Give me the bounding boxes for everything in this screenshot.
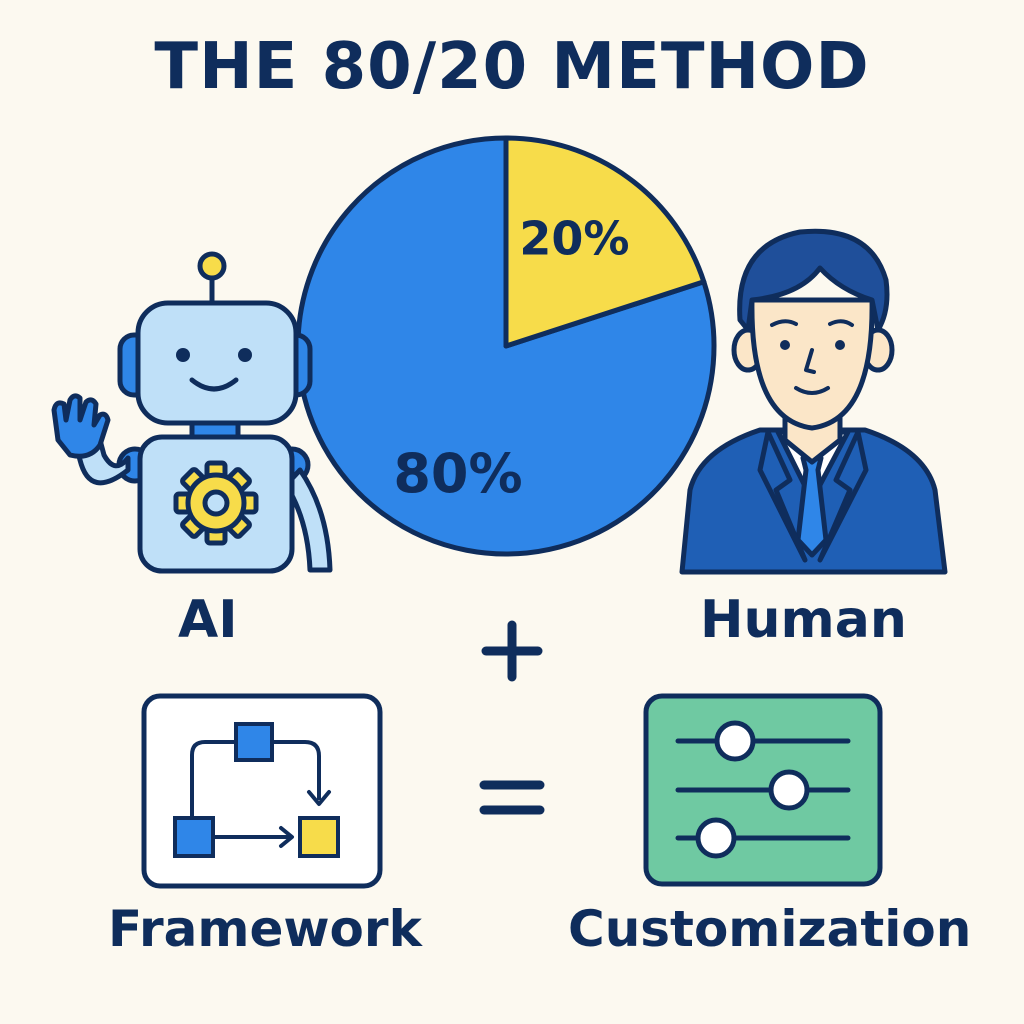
flowchart-icon xyxy=(141,693,383,889)
human-label: Human xyxy=(700,590,907,650)
plus-icon xyxy=(481,620,543,682)
equals-icon xyxy=(479,780,545,815)
robot-icon xyxy=(51,251,333,574)
sliders-icon xyxy=(643,693,883,887)
framework-label: Framework xyxy=(108,900,422,958)
illustration: 80% 20% xyxy=(51,135,948,889)
businessman-icon xyxy=(679,228,948,575)
ai-label: AI xyxy=(178,590,238,650)
pie-label-80: 80% xyxy=(393,442,522,505)
pie-chart: 80% 20% xyxy=(295,135,717,557)
customization-label: Customization xyxy=(568,900,972,958)
pie-label-20: 20% xyxy=(519,211,629,265)
